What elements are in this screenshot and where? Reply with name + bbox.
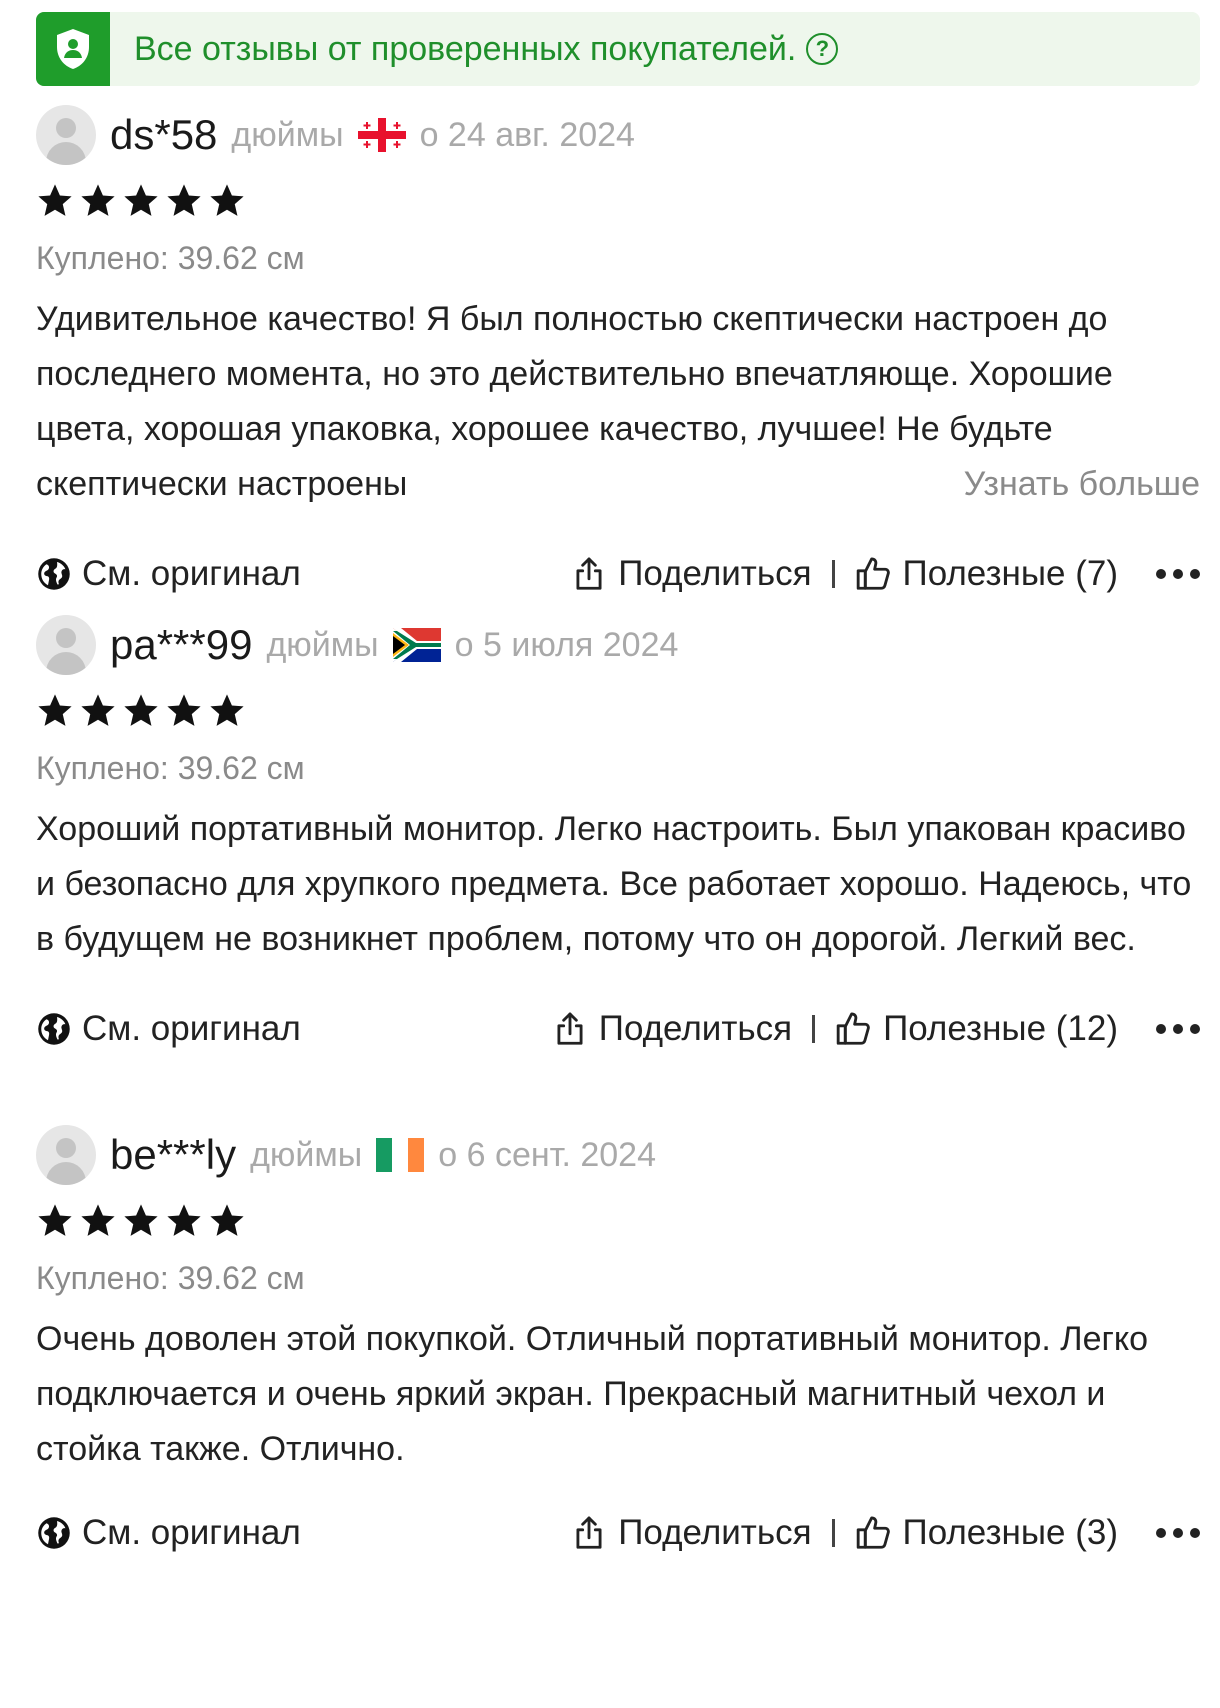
star-icon [210, 184, 244, 216]
share-label: Поделиться [618, 1513, 812, 1552]
star-icon [38, 694, 72, 726]
star-icon [81, 184, 115, 216]
help-icon[interactable]: ? [806, 33, 839, 65]
helpful-button[interactable]: Полезные (3) [855, 1513, 1118, 1553]
purchased-variant: Куплено: 39.62 см [36, 750, 305, 786]
helpful-button[interactable]: Полезные (12) [835, 1009, 1118, 1049]
globe-icon [38, 1013, 70, 1045]
thumbs-up-icon [856, 557, 890, 590]
see-original-label: См. оригинал [82, 1009, 301, 1048]
thumbs-up-icon [836, 1012, 870, 1045]
read-more-link[interactable]: Узнать больше [959, 457, 1200, 512]
star-icon [81, 694, 115, 726]
star-icon [167, 184, 201, 216]
helpful-label: Полезные (3) [902, 1513, 1118, 1552]
more-options-icon[interactable] [1156, 569, 1200, 579]
verified-banner-text: Все отзывы от проверенных покупателей. [134, 29, 797, 68]
text-fade [839, 457, 960, 512]
star-icon [38, 1204, 72, 1236]
share-icon [576, 1516, 602, 1549]
review-actions: См. оригинал Поделиться [36, 544, 1200, 604]
review-meta: pa***99 дюймы о 5 июля 2024 [36, 614, 1200, 676]
reviewer-name: be***ly [110, 1131, 237, 1178]
size-unit: дюймы [266, 625, 379, 664]
share-button[interactable]: Поделиться [570, 1513, 812, 1553]
star-icon [167, 694, 201, 726]
review-actions: См. оригинал Поделиться [36, 1503, 1200, 1563]
star-rating [36, 182, 1200, 222]
review-card: be***ly дюймы о 6 сент. 2024 Куплено: 39… [36, 1124, 1200, 1563]
thumbs-up-icon [856, 1516, 890, 1549]
flag-georgia-icon [357, 118, 406, 152]
verified-banner: Все отзывы от проверенных покупателей. ? [36, 12, 1200, 86]
purchased-variant: Куплено: 39.62 см [36, 240, 305, 276]
helpful-button[interactable]: Полезные (7) [855, 554, 1118, 594]
review-date: о 5 июля 2024 [454, 625, 679, 664]
action-group: Поделиться Полезные (3) [570, 1513, 1200, 1553]
action-group: Поделиться Полезные (12) [551, 1009, 1200, 1049]
globe-icon [38, 1517, 70, 1549]
see-original-label: См. оригинал [82, 554, 301, 593]
share-button[interactable]: Поделиться [551, 1009, 792, 1049]
divider [831, 1519, 835, 1547]
star-icon [81, 1204, 115, 1236]
shield-icon [36, 12, 110, 86]
size-unit: дюймы [250, 1135, 363, 1174]
review-meta: be***ly дюймы о 6 сент. 2024 [36, 1124, 1200, 1186]
see-original-label: См. оригинал [82, 1513, 301, 1552]
star-icon [210, 1204, 244, 1236]
avatar [36, 1125, 96, 1185]
review-date: о 6 сент. 2024 [438, 1135, 656, 1174]
share-icon [557, 1012, 583, 1045]
star-icon [124, 184, 158, 216]
see-original-button[interactable]: См. оригинал [36, 554, 301, 594]
read-more-wrap: Узнать больше [839, 457, 1200, 512]
share-button[interactable]: Поделиться [570, 554, 812, 594]
star-icon [38, 184, 72, 216]
reviews-page: Все отзывы от проверенных покупателей. ?… [0, 0, 1220, 1708]
review-text-container: Удивительное качество! Я был полностью с… [36, 292, 1200, 512]
divider [831, 560, 835, 588]
flag-ireland-icon [376, 1138, 425, 1172]
globe-icon [38, 558, 70, 590]
helpful-label: Полезные (12) [883, 1009, 1118, 1048]
avatar [36, 615, 96, 675]
review-text: Очень доволен этой покупкой. Отличный по… [36, 1320, 1149, 1468]
review-meta: ds*58 дюймы о 24 авг. 2024 [36, 104, 1200, 166]
review-date: о 24 авг. 2024 [419, 115, 635, 154]
divider [812, 1015, 816, 1043]
review-actions: См. оригинал Поделиться [36, 999, 1200, 1059]
star-rating [36, 692, 1200, 732]
review-card: pa***99 дюймы о 5 июля 2024 Куплено: 39.… [36, 614, 1200, 1059]
star-rating [36, 1202, 1200, 1242]
more-options-icon[interactable] [1156, 1528, 1200, 1538]
see-original-button[interactable]: См. оригинал [36, 1513, 301, 1553]
reviewer-name: pa***99 [110, 621, 253, 668]
star-icon [210, 694, 244, 726]
star-icon [167, 1204, 201, 1236]
reviewer-name: ds*58 [110, 111, 218, 158]
star-icon [124, 694, 158, 726]
review-text: Хороший портативный монитор. Легко настр… [36, 810, 1192, 958]
avatar [36, 105, 96, 165]
helpful-label: Полезные (7) [902, 554, 1118, 593]
purchased-variant: Куплено: 39.62 см [36, 1260, 305, 1296]
share-label: Поделиться [598, 1009, 793, 1048]
size-unit: дюймы [231, 115, 344, 154]
review-card: ds*58 дюймы о 24 авг. 2024 Куплено: 39.6… [36, 104, 1200, 604]
star-icon [124, 1204, 158, 1236]
share-icon [576, 557, 602, 590]
more-options-icon[interactable] [1156, 1024, 1200, 1034]
see-original-button[interactable]: См. оригинал [36, 1009, 301, 1049]
action-group: Поделиться Полезные (7) [570, 554, 1200, 594]
flag-south-africa-icon [392, 628, 441, 662]
share-label: Поделиться [618, 554, 812, 593]
